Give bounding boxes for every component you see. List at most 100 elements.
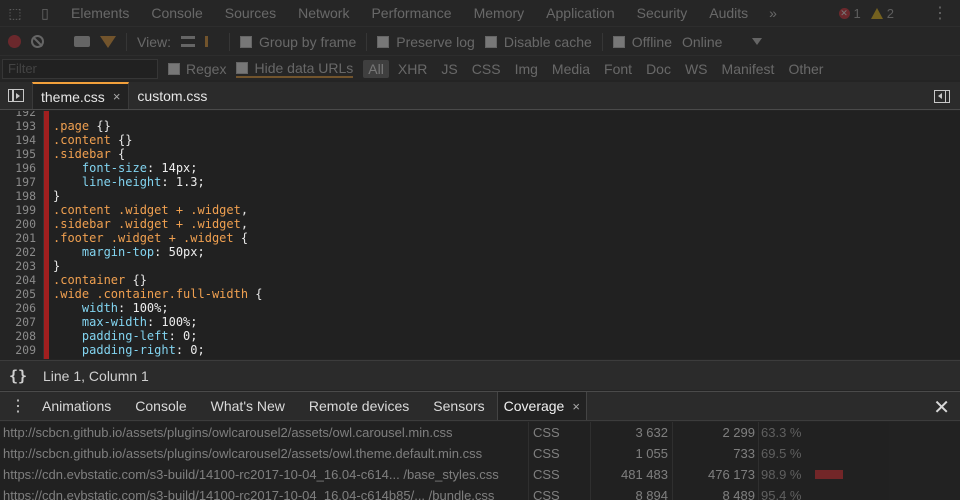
coverage-row[interactable]: https://cdn.evbstatic.com/s3-build/14100… [0, 464, 960, 485]
regex-checkbox[interactable] [168, 62, 180, 75]
tab-custom-css[interactable]: custom.css [129, 82, 215, 109]
code-line[interactable]: 194 .content {} [0, 133, 960, 147]
coverage-row[interactable]: http://scbcn.github.io/assets/plugins/ow… [0, 443, 960, 464]
coverage-row[interactable]: http://scbcn.github.io/assets/plugins/ow… [0, 422, 960, 443]
close-tab-icon[interactable]: × [113, 89, 121, 104]
toggle-debugger-button[interactable] [934, 82, 950, 110]
clear-icon[interactable] [31, 35, 44, 48]
warning-count: 2 [886, 6, 894, 21]
code-line[interactable]: 202 margin-top: 50px; [0, 245, 960, 259]
screenshot-camera-icon[interactable] [74, 36, 90, 47]
tab-sensors[interactable]: Sensors [421, 392, 496, 420]
record-icon[interactable] [8, 35, 21, 48]
toggle-navigator-button[interactable] [0, 82, 32, 109]
close-tab-icon[interactable]: × [572, 399, 580, 414]
code-line[interactable]: 205 .wide .container.full-width { [0, 287, 960, 301]
line-source: } [53, 189, 60, 203]
code-line[interactable]: 201 .footer .widget + .widget { [0, 231, 960, 245]
tab-coverage[interactable]: Coverage × [496, 392, 587, 420]
line-number: 203 [15, 259, 36, 273]
filter-type-media[interactable]: Media [547, 60, 595, 78]
code-line[interactable]: 192 [0, 111, 960, 119]
code-line[interactable]: 206 width: 100%; [0, 301, 960, 315]
tab-animations[interactable]: Animations [36, 392, 123, 420]
tab-network[interactable]: Network [287, 0, 360, 27]
filter-type-manifest[interactable]: Manifest [717, 60, 780, 78]
code-line[interactable]: 197 line-height: 1.3; [0, 175, 960, 189]
inspect-element-icon[interactable]: ⬚ [0, 0, 30, 27]
devtools-menu-icon[interactable]: ⋮ [932, 0, 948, 27]
preserve-log-checkbox[interactable] [377, 35, 390, 48]
code-line[interactable]: 203} [0, 259, 960, 273]
tab-audits[interactable]: Audits [698, 0, 759, 27]
filter-type-other[interactable]: Other [783, 60, 828, 78]
coverage-unused: 476 173 [708, 467, 755, 482]
code-line[interactable]: 199 .content .widget + .widget, [0, 203, 960, 217]
filter-funnel-icon[interactable] [100, 35, 116, 48]
more-tabs-button[interactable]: » [759, 5, 787, 21]
code-line[interactable]: 200 .sidebar .widget + .widget, [0, 217, 960, 231]
toolbar-divider [126, 32, 127, 51]
line-number: 204 [15, 273, 36, 287]
filter-type-font[interactable]: Font [599, 60, 637, 78]
tab-console[interactable]: Console [123, 392, 198, 420]
disable-cache-option[interactable]: Disable cache [484, 34, 592, 50]
tab-what-s-new[interactable]: What's New [199, 392, 297, 420]
disable-cache-checkbox[interactable] [484, 35, 497, 48]
regex-option[interactable]: Regex [168, 61, 226, 77]
line-source: max-width: 100%; [53, 315, 198, 329]
throttle-select[interactable]: Online [682, 34, 722, 50]
tab-application[interactable]: Application [535, 0, 626, 27]
pretty-print-icon[interactable]: {} [0, 367, 36, 385]
line-number: 202 [15, 245, 36, 259]
offline-checkbox[interactable] [612, 35, 625, 48]
preserve-log-option[interactable]: Preserve log [377, 34, 475, 50]
code-token: : 1.3; [161, 175, 205, 189]
tab-elements[interactable]: Elements [60, 0, 140, 27]
filter-type-img[interactable]: Img [510, 60, 543, 78]
large-rows-icon[interactable] [180, 36, 195, 47]
filter-type-css[interactable]: CSS [467, 60, 506, 78]
line-source: } [53, 259, 60, 273]
filter-type-all[interactable]: All [363, 59, 389, 78]
filter-input[interactable] [2, 58, 158, 79]
drawer-menu-icon[interactable]: ⋮ [0, 392, 36, 420]
filter-type-xhr[interactable]: XHR [393, 60, 433, 78]
code-line[interactable]: 209 padding-right: 0; [0, 343, 960, 357]
issue-counts[interactable]: ✕ 1 2 [838, 0, 894, 27]
code-editor[interactable]: 192 193 .page {} 194 .content {} 195 .sidebar … [0, 111, 960, 359]
code-line[interactable]: 204 .container {} [0, 273, 960, 287]
filter-type-js[interactable]: JS [436, 60, 462, 78]
hide-data-urls-checkbox[interactable] [236, 61, 249, 74]
code-line[interactable]: 196 font-size: 14px; [0, 161, 960, 175]
throttle-dropdown-icon[interactable] [752, 38, 763, 45]
tab-security[interactable]: Security [626, 0, 699, 27]
close-drawer-icon[interactable]: ✕ [933, 392, 950, 422]
code-line[interactable]: 207 max-width: 100%; [0, 315, 960, 329]
group-by-frame-option[interactable]: Group by frame [239, 34, 356, 50]
code-line[interactable]: 193 .page {} [0, 119, 960, 133]
code-line[interactable]: 198} [0, 189, 960, 203]
hide-data-urls-option[interactable]: Hide data URLs [236, 60, 354, 78]
code-line[interactable]: 208 padding-left: 0; [0, 329, 960, 343]
tab-sources[interactable]: Sources [214, 0, 287, 27]
line-source: font-size: 14px; [53, 161, 198, 175]
offline-option[interactable]: Offline [612, 34, 672, 50]
tab-theme-css[interactable]: theme.css × [32, 82, 130, 109]
filter-type-doc[interactable]: Doc [641, 60, 676, 78]
tab-console[interactable]: Console [140, 0, 213, 27]
line-source: .content .widget + .widget, [53, 203, 248, 217]
filter-type-ws[interactable]: WS [680, 60, 713, 78]
device-toolbar-icon[interactable]: ▯ [30, 0, 60, 27]
tab-memory[interactable]: Memory [463, 0, 536, 27]
group-by-frame-checkbox[interactable] [239, 35, 252, 48]
code-token: : 100%; [146, 315, 198, 329]
coverage-row[interactable]: https://cdn.evbstatic.com/s3-build/14100… [0, 485, 960, 500]
code-line[interactable]: 195 .sidebar { [0, 147, 960, 161]
overview-icon[interactable] [204, 36, 219, 47]
tab-performance[interactable]: Performance [360, 0, 462, 27]
preserve-log-label: Preserve log [396, 33, 475, 50]
tab-remote-devices[interactable]: Remote devices [297, 392, 421, 420]
